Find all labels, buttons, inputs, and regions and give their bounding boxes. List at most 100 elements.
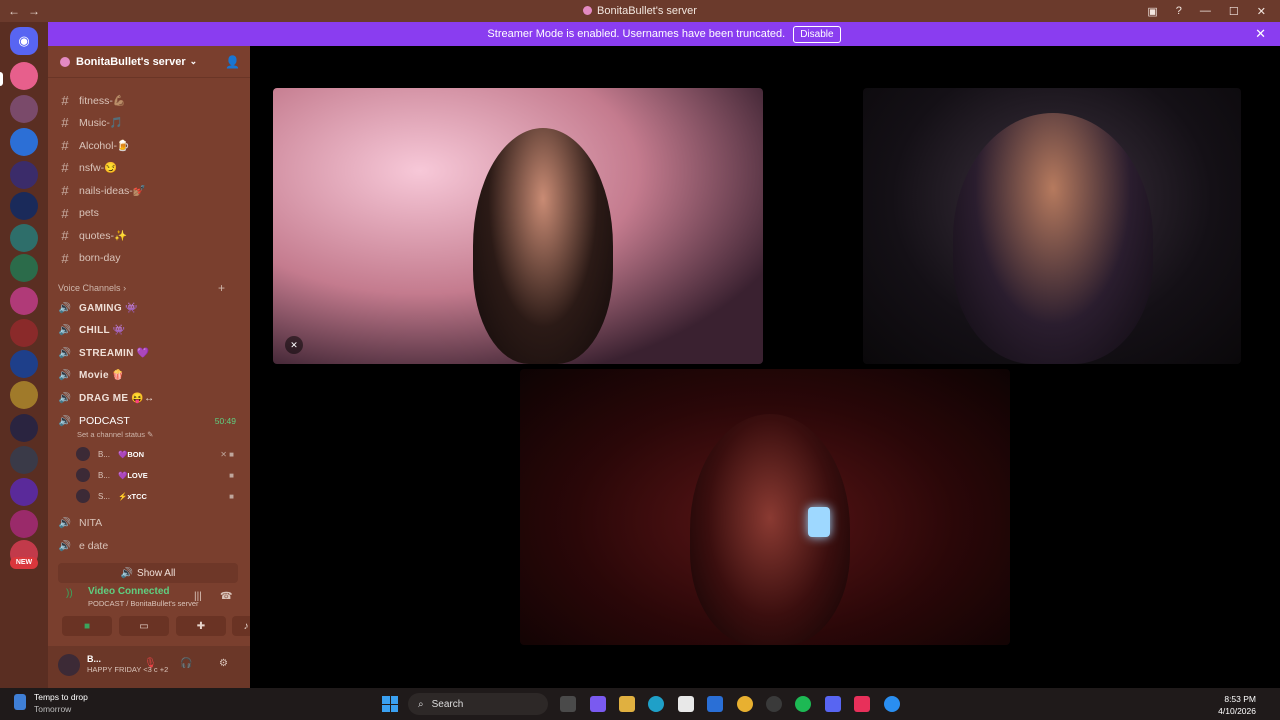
camera-icon: ✕ ■ [220, 449, 234, 459]
voice-user[interactable]: B... 💜BON ✕ ■ [76, 445, 242, 463]
app-icon[interactable] [766, 696, 782, 712]
chevron-down-icon: ⌄ [189, 56, 198, 66]
camera-icon: ■ [229, 491, 234, 501]
server-icon[interactable] [10, 161, 38, 189]
connection-status: Video Connected [88, 586, 170, 597]
server-icon[interactable] [10, 446, 38, 474]
channel-sidebar: BonitaBullet's server ⌄ 👤 # fitness-💪🏽 # M… [48, 46, 260, 688]
speaker-icon: 🔊 [58, 415, 72, 427]
screen-share-button[interactable]: ▭ [119, 616, 169, 636]
tiktok-icon[interactable] [854, 696, 870, 712]
call-timer: 50:49 [214, 416, 236, 426]
spotify-icon[interactable] [795, 696, 811, 712]
hash-icon: # [61, 92, 69, 108]
username[interactable]: B... [87, 654, 101, 664]
avatar [76, 447, 90, 461]
connection-detail[interactable]: PODCAST / BonitaBullet's server [88, 599, 199, 608]
channel-nsfw[interactable]: # nsfw-😏 [56, 157, 242, 177]
chevron-down-icon: › [123, 283, 127, 293]
user-panel: B... HAPPY FRIDAY <3 c +2 🎙 🎧 ⚙ [48, 646, 250, 688]
system-clock[interactable]: 8:53 PM 4/10/2026 [1218, 693, 1256, 717]
voice-channel-nita[interactable]: 🔊 NITA [56, 513, 242, 533]
camera-button[interactable]: ■ [62, 616, 112, 636]
channel-quotes[interactable]: # quotes-✨ [56, 225, 242, 245]
server-icon[interactable] [10, 381, 38, 409]
discord-home-button[interactable]: ◉ [10, 27, 38, 55]
close-button[interactable]: ✕ [1257, 5, 1266, 18]
activities-button[interactable]: ✚ [176, 616, 226, 636]
help-icon[interactable]: ? [1176, 5, 1182, 17]
discord-icon[interactable] [825, 696, 841, 712]
voice-channel-drag-me[interactable]: 🔊 DRAG ME 😝↔ [56, 388, 242, 408]
server-icon[interactable] [10, 224, 38, 252]
channel-status[interactable]: Set a channel status ✎ [77, 430, 153, 439]
mute-icon[interactable]: 🎙 [144, 658, 157, 669]
voice-category[interactable]: Voice Channels › + [58, 281, 225, 295]
minimize-button[interactable]: — [1200, 5, 1211, 17]
voice-channel-streamin[interactable]: 🔊 STREAMIN 💜 [56, 343, 242, 363]
app-icon[interactable] [884, 696, 900, 712]
channel-fitness[interactable]: # fitness-💪🏽 [56, 90, 242, 110]
inbox-icon[interactable]: ▣ [1147, 5, 1157, 18]
avatar[interactable] [58, 654, 80, 676]
channel-nails-ideas[interactable]: # nails-ideas-💅🏽 [56, 180, 242, 200]
chrome-icon[interactable] [737, 696, 753, 712]
server-icon[interactable] [10, 128, 38, 156]
weather-widget[interactable]: Temps to drop Tomorrow [14, 692, 88, 714]
channel-music[interactable]: # Music-🎵 [56, 112, 242, 132]
video-tile[interactable]: ✕ [273, 88, 763, 364]
search-icon: ⌕ [418, 698, 424, 710]
noise-suppression-icon[interactable]: ||| [194, 591, 202, 602]
server-icon[interactable] [10, 62, 38, 90]
edge-icon[interactable] [648, 696, 664, 712]
server-icon[interactable] [10, 478, 38, 506]
disconnect-icon[interactable]: ☎ [220, 591, 232, 602]
signal-icon[interactable]: )) [66, 588, 73, 599]
voice-channel-movie[interactable]: 🔊 Movie 🍿 [56, 365, 242, 385]
server-icon[interactable] [10, 95, 38, 123]
voice-user[interactable]: B... 💜LOVE ■ [76, 466, 242, 484]
channel-alcohol[interactable]: # Alcohol-🍺 [56, 135, 242, 155]
server-icon[interactable] [10, 254, 38, 282]
server-icon[interactable] [10, 510, 38, 538]
camera-icon: ■ [229, 470, 234, 480]
channel-born-day[interactable]: # born-day [56, 248, 242, 268]
server-icon [60, 56, 70, 67]
store-icon[interactable] [678, 696, 694, 712]
voice-channel-chill[interactable]: 🔊 CHILL 👾 [56, 320, 242, 340]
server-icon[interactable] [10, 192, 38, 220]
outlook-icon[interactable] [707, 696, 723, 712]
camera-icon: ■ [83, 620, 91, 632]
speaker-icon: 🔊 [58, 369, 72, 381]
server-icon[interactable] [10, 414, 38, 442]
voice-channel-podcast[interactable]: 🔊 PODCAST 50:49 [56, 411, 242, 431]
voice-user[interactable]: S... ⚡xTCC ■ [76, 487, 242, 505]
task-view-icon[interactable] [560, 696, 576, 712]
headphones-icon[interactable]: 🎧 [180, 658, 192, 669]
close-icon[interactable]: ✕ [1255, 26, 1266, 42]
taskbar-search[interactable]: ⌕ Search [408, 693, 548, 715]
server-name: BonitaBullet's server [76, 55, 186, 68]
add-channel-icon[interactable]: + [218, 281, 225, 295]
disable-button[interactable]: Disable [793, 25, 841, 43]
server-icon[interactable] [10, 287, 38, 315]
video-tile[interactable] [863, 88, 1241, 364]
window-title: BonitaBullet's server [0, 5, 1280, 17]
server-icon[interactable] [10, 350, 38, 378]
server-icon[interactable] [10, 319, 38, 347]
channel-pets[interactable]: # pets [56, 203, 242, 223]
voice-connection-panel: )) Video Connected PODCAST / BonitaBulle… [48, 580, 250, 646]
voice-channel-gaming[interactable]: 🔊 GAMING 👾 [56, 298, 242, 318]
maximize-button[interactable]: ☐ [1229, 5, 1239, 18]
hash-icon: # [61, 205, 69, 221]
server-header[interactable]: BonitaBullet's server ⌄ 👤 [48, 46, 250, 78]
video-tile[interactable] [520, 369, 1010, 645]
invite-icon[interactable]: 👤 [225, 55, 240, 69]
file-explorer-icon[interactable] [619, 696, 635, 712]
copilot-icon[interactable] [590, 696, 606, 712]
hash-icon: # [61, 114, 69, 130]
activities-icon: ✚ [196, 620, 206, 632]
voice-channel-e-date[interactable]: 🔊 e date [56, 536, 242, 556]
settings-gear-icon[interactable]: ⚙ [219, 658, 228, 669]
windows-start-icon[interactable] [382, 696, 398, 712]
